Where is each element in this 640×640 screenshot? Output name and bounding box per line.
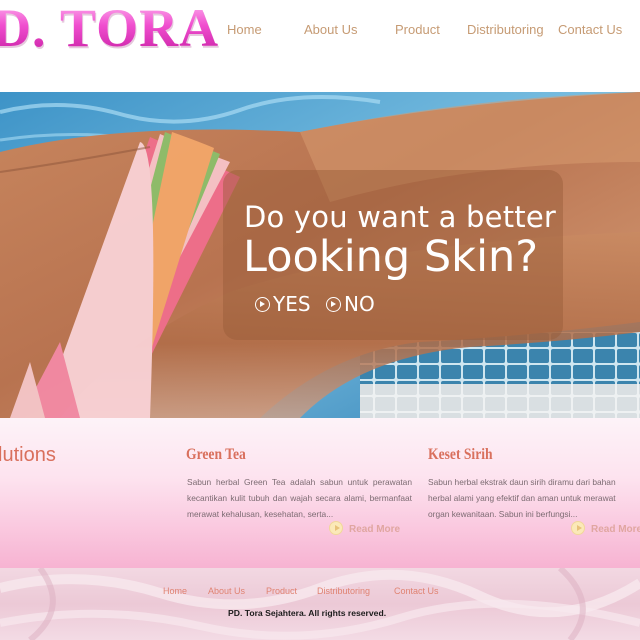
copyright-text: PD. Tora Sejahtera. All rights reserved. (228, 608, 387, 618)
green-tea-read-more[interactable]: Read More (329, 518, 400, 535)
nav-distributoring[interactable]: Distributoring (467, 22, 544, 37)
footer-nav-home[interactable]: Home (163, 586, 187, 596)
satin-background (0, 568, 640, 640)
play-icon (255, 297, 270, 312)
read-more-label: Read More (349, 524, 401, 535)
arrow-icon (329, 521, 343, 535)
keset-sirih-read-more[interactable]: Read More (571, 518, 640, 535)
play-icon (326, 297, 341, 312)
no-option[interactable]: NO (326, 292, 375, 316)
footer-nav-about-us[interactable]: About Us (208, 586, 245, 596)
hero-headline-line2: Looking Skin? (243, 232, 539, 282)
yes-option[interactable]: YES (255, 292, 311, 316)
keset-sirih-heading[interactable]: Keset Sirih (428, 446, 493, 464)
nav-about-us[interactable]: About Us (304, 22, 357, 37)
keset-sirih-description: Sabun herbal ekstrak daun sirih diramu d… (428, 474, 640, 522)
site-header: D. TORA D. TORA Home About Us Product Di… (0, 0, 640, 92)
nav-product[interactable]: Product (395, 22, 440, 37)
keset-sirih-line: herbal alami yang efektif dan aman untuk… (428, 493, 616, 503)
no-label: NO (344, 292, 375, 316)
solutions-heading: lutions (0, 444, 56, 466)
green-tea-description: Sabun herbal Green Tea adalah sabun untu… (187, 477, 412, 519)
footer-nav-distributoring[interactable]: Distributoring (317, 586, 370, 596)
footer-nav-contact-us[interactable]: Contact Us (394, 586, 439, 596)
green-tea-heading[interactable]: Green Tea (186, 446, 246, 464)
yes-label: YES (273, 292, 311, 316)
nav-home[interactable]: Home (227, 22, 262, 37)
nav-contact-us[interactable]: Contact Us (558, 22, 622, 37)
site-footer (0, 568, 640, 640)
hero-headline-line1: Do you want a better (244, 200, 556, 234)
main-nav: Home About Us Product Distributoring Con… (0, 22, 640, 42)
arrow-icon (571, 521, 585, 535)
keset-sirih-line: Sabun herbal ekstrak daun sirih diramu d… (428, 477, 616, 487)
read-more-label: Read More (591, 524, 640, 535)
footer-nav-product[interactable]: Product (266, 586, 297, 596)
